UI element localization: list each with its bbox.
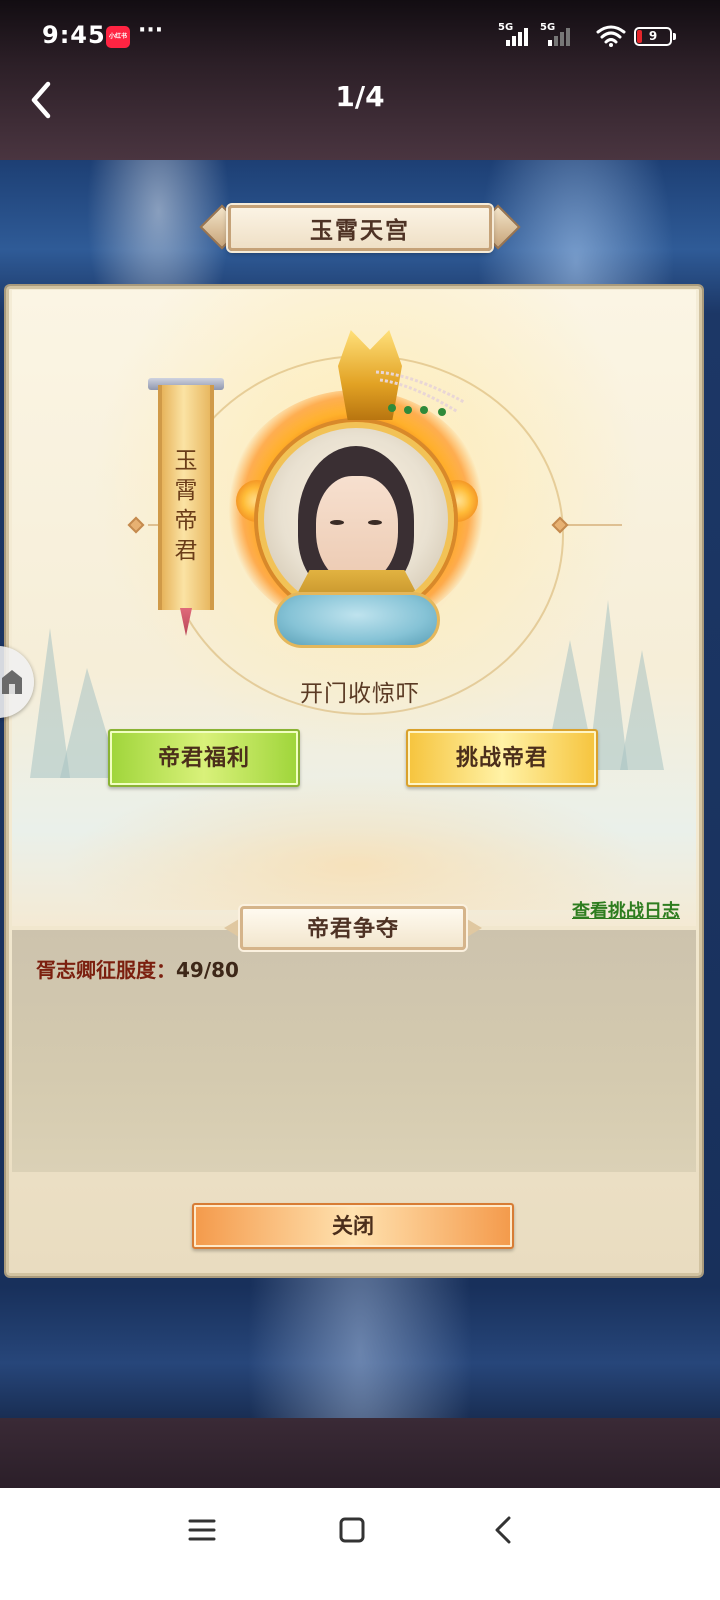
cloud-pedestal — [274, 592, 440, 648]
page-counter: 1/4 — [335, 80, 385, 113]
emperor-welfare-button[interactable]: 帝君福利 — [108, 729, 300, 787]
emperor-portrait[interactable] — [226, 330, 486, 660]
character-face — [316, 476, 398, 584]
more-notifications-icon: ··· — [138, 18, 164, 43]
decorative-line — [566, 524, 622, 526]
system-navigation-bar — [0, 1488, 720, 1600]
back-icon[interactable] — [484, 1510, 524, 1550]
section-title: 帝君争夺 — [306, 917, 399, 942]
xiaohongshu-app-icon: 小红书 — [106, 26, 130, 48]
conquest-progress: 胥志卿征服度：49/80 — [36, 954, 239, 983]
palace-title: 玉霄天宫 — [310, 218, 410, 244]
progress-label: 胥志卿征服度： — [36, 958, 176, 982]
scene-footer-band — [0, 1418, 720, 1488]
top-bar: 9:45 小红书 ··· 5G 5G 9 1/4 — [0, 0, 720, 160]
progress-value: 49/80 — [176, 958, 239, 982]
home-icon[interactable] — [332, 1510, 372, 1550]
challenge-log-link[interactable]: 查看挑战日志 — [572, 897, 680, 923]
emperor-motto: 开门收惊吓 — [300, 681, 420, 707]
portrait-frame — [258, 422, 454, 618]
emperor-name: 玉 霄 帝 君 — [174, 448, 198, 564]
wifi-icon — [596, 25, 626, 47]
battery-icon: 9 — [634, 27, 676, 46]
shop-icon — [2, 670, 22, 694]
status-bar: 9:45 小红书 ··· 5G 5G 9 — [0, 18, 720, 54]
bead-tassels-icon — [375, 370, 465, 416]
status-time: 9:45 — [42, 21, 106, 49]
signal-icon-1: 5G — [498, 22, 534, 48]
challenge-emperor-button[interactable]: 挑战帝君 — [406, 729, 598, 787]
menu-icon[interactable] — [182, 1510, 222, 1550]
close-button[interactable]: 关闭 — [192, 1203, 514, 1249]
signal-icon-2: 5G — [540, 22, 576, 48]
